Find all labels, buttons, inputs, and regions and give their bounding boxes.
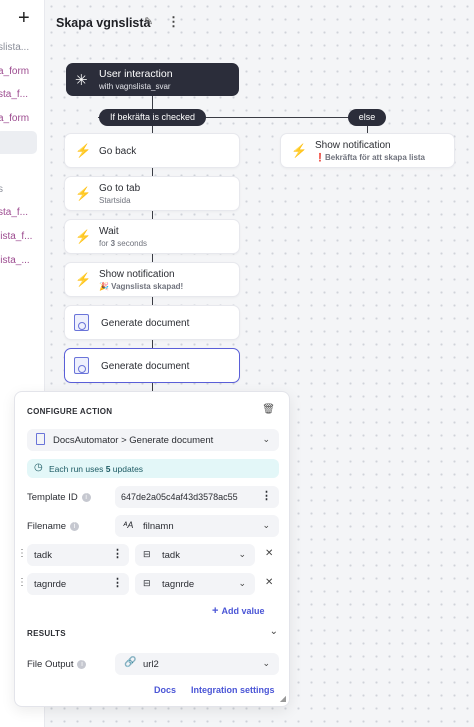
remove-mapping-icon[interactable]: ✕ [265,548,273,559]
node-go-back[interactable]: ⚡ Go back [64,133,240,168]
docs-link[interactable]: Docs [154,685,176,695]
mapping-value: tagnrde [162,579,195,590]
text-type-icon: ᴬA [123,520,134,530]
document-icon [36,433,45,445]
sidebar-item[interactable]: a_form [0,113,29,124]
variable-icon: ⊟ [143,549,151,559]
template-id-label: Template ID i [27,492,91,503]
lightning-icon: ⚡ [75,229,92,244]
filename-value: filnamn [143,521,174,532]
add-icon[interactable]: + [18,8,30,28]
info-icon[interactable]: i [77,660,87,669]
mapping-value: tadk [162,550,180,561]
trash-icon[interactable]: 🗑 [262,404,275,415]
chevron-down-icon: ⌄ [238,549,246,559]
sidebar-item[interactable]: s [0,184,3,195]
node-subtitle: Startsida [99,196,131,205]
chevron-down-icon: ⌄ [238,578,246,588]
more-options-icon[interactable]: ⋮ [261,489,272,502]
filename-label: Filename i [27,521,80,532]
file-output-field[interactable]: 🔗 url2 ⌄ [115,653,279,675]
branch-else-pill[interactable]: else [348,109,386,126]
mapping-key-field[interactable]: tagnrde ⋮ [27,573,129,595]
usage-banner: ◷ Each run uses 5 updates [27,459,279,478]
usage-text: Each run uses 5 updates [49,464,144,474]
filename-field[interactable]: ᴬA filnamn ⌄ [115,515,279,537]
mapping-value-field[interactable]: ⊟ tagnrde ⌄ [135,573,255,595]
node-title: Generate document [101,318,190,329]
variable-icon: ⊟ [143,578,151,588]
sidebar-item[interactable]: sta_f... [0,207,28,218]
lightning-icon: ⚡ [75,143,92,158]
lightning-icon: ⚡ [75,186,92,201]
file-output-label: File Output i [27,659,87,670]
lightning-icon: ⚡ [291,143,308,158]
node-generate-document[interactable]: Generate document [64,305,240,340]
file-output-value: url2 [143,659,159,670]
trigger-node[interactable]: ✳ User interaction with vagnslista_svar [66,63,239,96]
node-show-notification[interactable]: ⚡ Show notification 🎉 Vagnslista skapad! [64,262,240,297]
integration-settings-link[interactable]: Integration settings [191,685,275,695]
node-title: Go to tab [99,183,141,194]
mapping-value-field[interactable]: ⊟ tadk ⌄ [135,544,255,566]
trigger-subtitle: with vagnslista_svar [99,82,171,91]
sidebar-item[interactable]: a_form [0,66,29,77]
configure-action-panel: CONFIGURE ACTION 🗑 DocsAutomator > Gener… [14,391,290,707]
chevron-down-icon: ⌄ [262,520,270,530]
chevron-down-icon[interactable]: ⌄ [270,626,278,637]
trigger-title: User interaction [99,68,173,80]
mapping-key: tagnrde [34,579,67,590]
clock-icon: ◷ [34,462,43,473]
chevron-down-icon: ⌄ [262,434,270,444]
drag-handle-icon[interactable]: ⋮ [17,548,27,559]
workflow-title: Skapa vgnslista [56,16,151,30]
node-go-to-tab[interactable]: ⚡ Go to tab Startsida [64,176,240,211]
more-options-icon[interactable]: ⋮ [167,14,180,30]
more-options-icon[interactable]: ⋮ [112,547,123,560]
node-title: Show notification [315,140,391,151]
remove-mapping-icon[interactable]: ✕ [265,577,273,588]
sidebar-item[interactable]: lista_f... [0,231,32,242]
node-subtitle: ❗Bekräfta för att skapa lista [315,153,425,162]
integration-label: DocsAutomator > Generate document [53,435,214,446]
branch-if-pill[interactable]: If bekräfta is checked [99,109,206,126]
info-icon[interactable]: i [70,522,80,531]
info-icon[interactable]: i [81,493,91,502]
sidebar-item[interactable]: slista... [0,42,29,53]
link-icon: 🔗 [124,657,137,668]
node-wait[interactable]: ⚡ Wait for 3 seconds [64,219,240,254]
sidebar-item[interactable]: sta_f... [0,89,28,100]
resize-handle-icon[interactable]: ◢ [280,694,286,703]
node-title: Wait [99,226,119,237]
node-title: Show notification [99,269,175,280]
mapping-key: tadk [34,550,52,561]
more-options-icon[interactable]: ⋮ [112,576,123,589]
node-else-show-notification[interactable]: ⚡ Show notification ❗Bekräfta för att sk… [280,133,455,168]
interaction-icon: ✳ [75,72,88,89]
pencil-icon[interactable]: ✎ [144,15,153,28]
document-icon [74,314,89,331]
add-value-button[interactable]: + Add value [212,605,265,617]
results-header: RESULTS [27,629,66,638]
integration-selector[interactable]: DocsAutomator > Generate document ⌄ [27,429,279,451]
configure-action-header: CONFIGURE ACTION [27,407,113,416]
node-subtitle: for 3 seconds [99,239,148,248]
mapping-key-field[interactable]: tadk ⋮ [27,544,129,566]
template-id-value: 647de2a05c4af43d3578ac55 [121,492,238,502]
sidebar-selected-item[interactable] [0,131,37,154]
node-subtitle: 🎉 Vagnslista skapad! [99,282,184,291]
chevron-down-icon: ⌄ [262,658,270,668]
lightning-icon: ⚡ [75,272,92,287]
template-id-field[interactable]: 647de2a05c4af43d3578ac55 ⋮ [115,486,279,508]
document-icon [74,357,89,374]
node-title: Generate document [101,361,190,372]
sidebar-item[interactable]: lista_... [0,255,30,266]
node-title: Go back [99,146,137,157]
node-generate-document-selected[interactable]: Generate document [64,348,240,383]
drag-handle-icon[interactable]: ⋮ [17,577,27,588]
